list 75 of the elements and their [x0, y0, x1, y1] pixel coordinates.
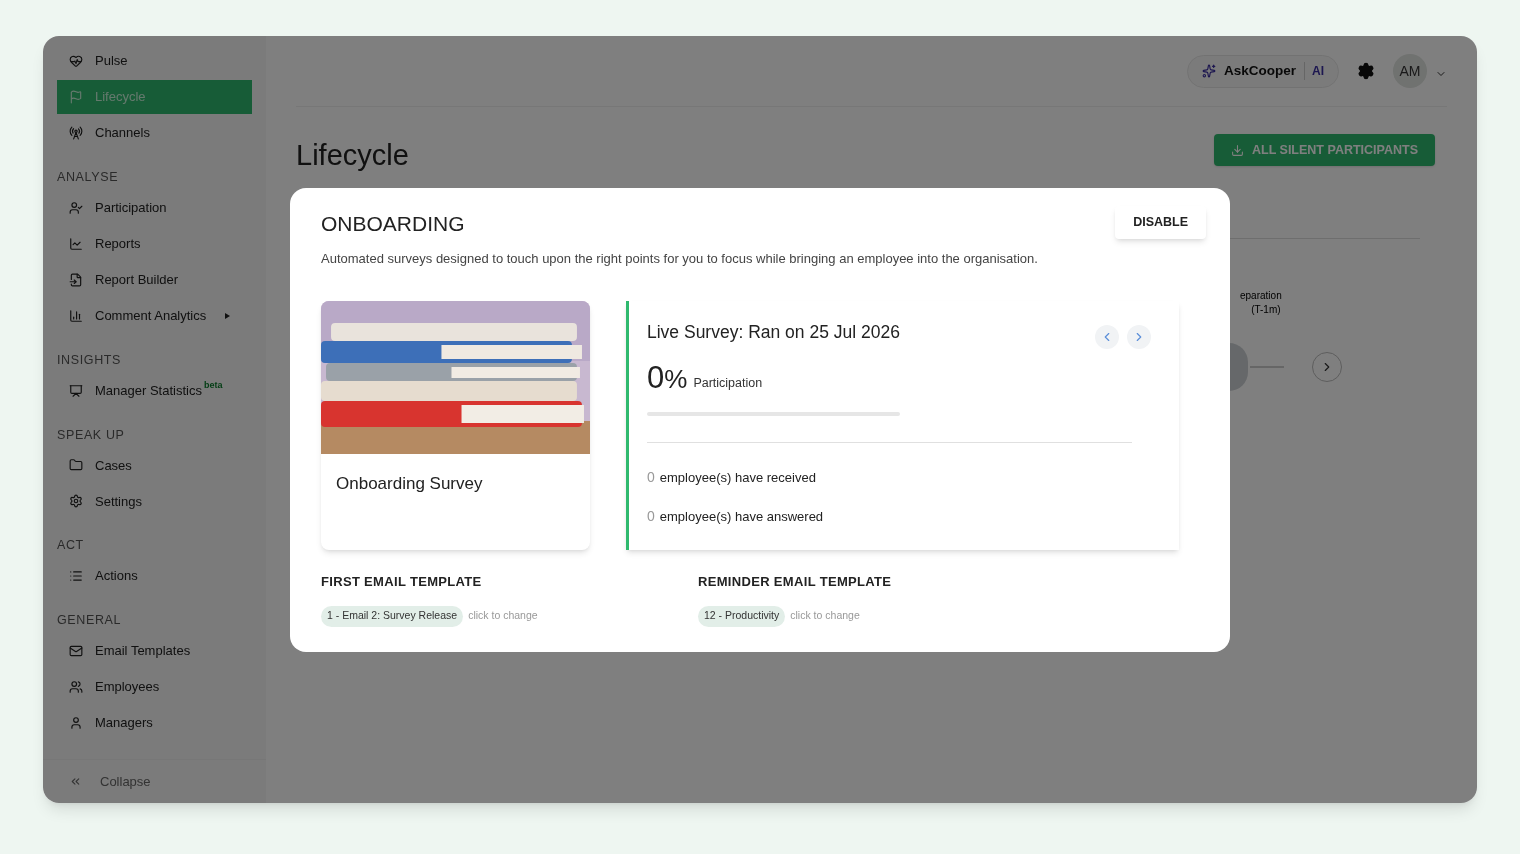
stat-text: employee(s) have answered — [659, 508, 824, 526]
change-hint[interactable]: click to change — [468, 608, 538, 624]
modal-description: Automated surveys designed to touch upon the right points for you to focus while bringing an employee into the organisation. — [321, 249, 1039, 268]
sidebar-item-label: Channels — [95, 124, 150, 143]
sidebar-item[interactable]: Email Templates — [57, 633, 252, 668]
sidebar-item-label: Participation — [95, 199, 167, 217]
sidebar-item-label: Cases — [95, 456, 132, 475]
mail-icon — [69, 643, 83, 658]
stat-value: 0 — [647, 507, 655, 526]
assistant-button[interactable]: AskCooper AI — [1187, 54, 1339, 88]
sidebar-item-label: Comment Analytics — [95, 307, 207, 325]
template-chip[interactable]: 1 - Email 2: Survey Release — [321, 605, 464, 627]
users-icon — [69, 679, 83, 694]
sidebar-item[interactable]: Cases — [57, 448, 252, 483]
section-heading: ACT — [57, 537, 85, 555]
sidebar-item-label: Actions — [95, 567, 138, 586]
sidebar-item[interactable]: Pulse — [57, 44, 252, 78]
section-heading: GENERAL — [57, 612, 123, 629]
previous-button[interactable] — [1095, 325, 1119, 349]
participation-percent: 0% — [647, 361, 688, 396]
stat-value: 0 — [647, 468, 655, 487]
section-heading: SPEAK UP — [57, 426, 126, 444]
sidebar-item-label: Pulse — [95, 52, 128, 71]
sidebar-item[interactable]: Comment Analytics — [57, 298, 252, 333]
sidebar-item[interactable]: Employees — [57, 669, 252, 704]
bar-chart-icon — [69, 308, 83, 323]
sidebar-item-label: Managers — [95, 714, 153, 732]
stat-text: employee(s) have received — [659, 469, 816, 487]
flag-icon — [69, 90, 83, 104]
line-chart-icon — [69, 236, 83, 251]
sidebar-item[interactable]: Report Builder — [57, 262, 252, 297]
double-chevron-icon — [69, 775, 82, 788]
sidebar-item-label: Employees — [95, 678, 160, 696]
disable-button[interactable]: DISABLE — [1115, 206, 1206, 239]
list-icon — [69, 569, 83, 583]
next-button[interactable] — [1127, 325, 1151, 349]
page-title: Lifecycle — [296, 138, 409, 173]
sidebar-item-label: Manager Statistics — [95, 381, 202, 400]
sidebar-item[interactable]: Participation — [57, 190, 252, 225]
settings-icon[interactable] — [1357, 62, 1375, 80]
change-hint[interactable]: click to change — [790, 608, 860, 624]
file-arrow-icon — [69, 272, 83, 287]
user-icon — [69, 715, 83, 730]
sidebar-item-label: Reports — [95, 235, 141, 253]
sidebar-item-label: Email Templates — [95, 642, 191, 660]
radio-tower-icon — [69, 126, 83, 140]
sidebar-item[interactable]: Managers — [57, 705, 252, 740]
section-heading: INSIGHTS — [57, 351, 123, 369]
user-check-icon — [69, 200, 83, 215]
sidebar-item-label: Lifecycle — [95, 88, 146, 107]
sidebar-item[interactable]: Settings — [57, 484, 252, 519]
sparkle-icon — [1202, 64, 1216, 78]
presentation-icon — [69, 383, 83, 398]
heart-pulse-icon — [69, 54, 83, 68]
participation-label: Participation — [693, 375, 763, 393]
user-avatar[interactable]: AM — [1393, 54, 1427, 88]
sidebar-item-label: Report Builder — [95, 271, 179, 289]
template-heading: FIRST EMAIL TEMPLATE — [321, 573, 483, 591]
sidebar-item[interactable]: Actions — [57, 559, 252, 593]
sidebar-item[interactable]: Channels — [57, 116, 252, 150]
modal-title: ONBOARDING — [321, 211, 465, 237]
survey-name: Onboarding Survey — [336, 473, 484, 495]
template-chip[interactable]: 12 - Productivity — [698, 605, 786, 627]
template-heading: REMINDER EMAIL TEMPLATE — [698, 573, 893, 591]
settings-icon — [69, 494, 83, 509]
sidebar-item-label: Settings — [95, 492, 142, 511]
live-survey-title: Live Survey: Ran on 25 Jul 2026 — [647, 320, 900, 344]
collapse-button[interactable]: Collapse — [43, 759, 266, 803]
section-heading: ANALYSE — [57, 169, 120, 186]
folder-icon — [69, 458, 83, 473]
beta-label: beta — [203, 378, 223, 392]
timeline-label: eparation (T-1m) — [1239, 288, 1283, 317]
survey-card[interactable]: Onboarding Survey — [321, 301, 590, 550]
sidebar-item[interactable]: Reports — [57, 226, 252, 261]
download-icon — [1231, 143, 1244, 157]
